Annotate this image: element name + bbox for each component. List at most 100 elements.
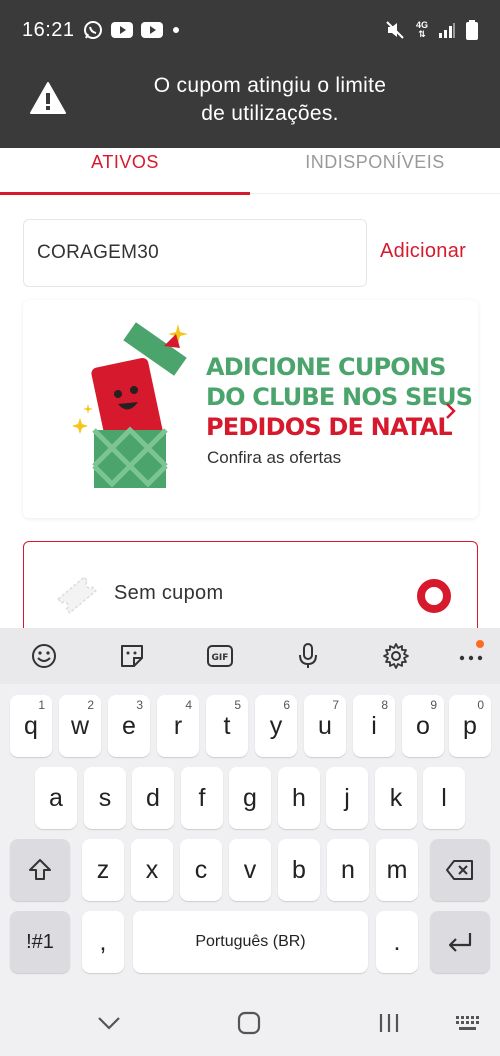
key-e-num: 3 — [136, 698, 143, 712]
key-i-num: 8 — [381, 698, 388, 712]
key-g[interactable]: g — [229, 767, 271, 829]
battery-icon — [466, 20, 478, 40]
key-r-num: 4 — [185, 698, 192, 712]
key-z[interactable]: z — [82, 839, 124, 901]
svg-text:GIF: GIF — [212, 653, 229, 663]
backspace-icon — [446, 860, 473, 880]
key-c[interactable]: c — [180, 839, 222, 901]
warning-icon — [30, 82, 66, 114]
key-r-label: r — [173, 711, 183, 740]
key-a[interactable]: a — [35, 767, 77, 829]
youtube-icon-2 — [140, 22, 163, 38]
nav-back-chevron-icon[interactable] — [94, 1008, 124, 1038]
key-b[interactable]: b — [278, 839, 320, 901]
coupon-ticket-icon — [57, 576, 97, 614]
youtube-icon — [110, 22, 133, 38]
period-key[interactable]: . — [376, 911, 418, 973]
keyboard-toolbar: GIF — [0, 628, 500, 684]
status-bar: 16:21 4G ⇅ — [0, 0, 500, 60]
promo-title-line2: DO CLUBE NOS SEUS — [206, 383, 473, 411]
coupon-tabs: ATIVOS INDISPONÍVEIS — [0, 148, 500, 195]
whatsapp-icon — [83, 20, 103, 40]
comma-key[interactable]: , — [82, 911, 124, 973]
backspace-key[interactable] — [430, 839, 490, 901]
top-overlay: 16:21 4G ⇅ O cupom atingiu o limite de u… — [0, 0, 500, 148]
toast-message-line1: O cupom atingiu o limite — [153, 74, 387, 97]
coupon-code-input[interactable]: CORAGEM30 — [23, 219, 367, 287]
key-t-num: 5 — [234, 698, 241, 712]
key-p-label: p — [463, 711, 477, 740]
tab-indisponiveis[interactable]: INDISPONÍVEIS — [250, 148, 500, 194]
key-p-num: 0 — [477, 698, 484, 712]
key-n[interactable]: n — [327, 839, 369, 901]
key-e[interactable]: e3 — [108, 695, 150, 757]
key-e-label: e — [122, 711, 136, 740]
key-i[interactable]: i8 — [353, 695, 395, 757]
enter-key[interactable] — [430, 911, 490, 973]
key-q[interactable]: q1 — [10, 695, 52, 757]
status-time: 16:21 — [22, 18, 75, 41]
key-o-num: 9 — [430, 698, 437, 712]
tab-ativos[interactable]: ATIVOS — [0, 148, 250, 195]
system-navigation-bar — [0, 990, 500, 1056]
symbols-key[interactable]: !#1 — [10, 911, 70, 973]
promo-title-line1: ADICIONE CUPONS — [206, 353, 446, 381]
sticker-icon[interactable] — [116, 640, 148, 672]
key-q-num: 1 — [38, 698, 45, 712]
shift-icon — [29, 859, 51, 880]
mute-icon — [384, 19, 406, 41]
notification-dot-icon — [171, 25, 181, 35]
key-w[interactable]: w2 — [59, 695, 101, 757]
key-m[interactable]: m — [376, 839, 418, 901]
key-v[interactable]: v — [229, 839, 271, 901]
key-u-num: 7 — [332, 698, 339, 712]
emoji-icon[interactable] — [28, 640, 60, 672]
key-d[interactable]: d — [132, 767, 174, 829]
key-o[interactable]: o9 — [402, 695, 444, 757]
microphone-icon[interactable] — [292, 640, 324, 672]
network-4g-icon: 4G ⇅ — [415, 20, 428, 39]
space-key[interactable]: Português (BR) — [133, 911, 368, 973]
key-y-num: 6 — [283, 698, 290, 712]
key-q-label: q — [24, 711, 38, 740]
nav-keyboard-icon[interactable] — [453, 1008, 483, 1038]
toast-message-line2: de utilizações. — [201, 102, 339, 125]
key-k[interactable]: k — [375, 767, 417, 829]
add-coupon-button[interactable]: Adicionar — [380, 240, 466, 263]
key-u[interactable]: u7 — [304, 695, 346, 757]
key-s[interactable]: s — [84, 767, 126, 829]
key-t-label: t — [223, 711, 231, 740]
gift-box-illustration — [72, 322, 188, 488]
key-y-label: y — [269, 711, 283, 740]
nav-recents-icon[interactable] — [374, 1008, 404, 1038]
settings-gear-icon[interactable] — [380, 640, 412, 672]
key-w-num: 2 — [87, 698, 94, 712]
toast-message: O cupom atingiu o limite de utilizações. — [100, 72, 440, 128]
promo-banner[interactable]: ADICIONE CUPONS DO CLUBE NOS SEUS PEDIDO… — [23, 300, 478, 518]
nav-home-icon[interactable] — [234, 1008, 264, 1038]
key-y[interactable]: y6 — [255, 695, 297, 757]
key-u-label: u — [318, 711, 332, 740]
key-r[interactable]: r4 — [157, 695, 199, 757]
shift-key[interactable] — [10, 839, 70, 901]
promo-title-line3: PEDIDOS DE NATAL — [206, 413, 453, 441]
key-p[interactable]: p0 — [449, 695, 491, 757]
signal-icon — [438, 21, 456, 39]
key-o-label: o — [416, 711, 430, 740]
promo-subtitle: Confira as ofertas — [207, 448, 342, 467]
no-coupon-label: Sem cupom — [114, 582, 224, 604]
error-toast: O cupom atingiu o limite de utilizações. — [0, 60, 500, 148]
key-i-label: i — [371, 711, 377, 740]
chevron-right-icon[interactable] — [443, 400, 459, 422]
enter-icon — [448, 933, 472, 952]
key-l[interactable]: l — [423, 767, 465, 829]
key-t[interactable]: t5 — [206, 695, 248, 757]
key-f[interactable]: f — [181, 767, 223, 829]
key-j[interactable]: j — [326, 767, 368, 829]
key-x[interactable]: x — [131, 839, 173, 901]
key-w-label: w — [70, 711, 90, 740]
key-h[interactable]: h — [278, 767, 320, 829]
gif-icon[interactable]: GIF — [204, 640, 236, 672]
notification-badge — [476, 640, 484, 648]
no-coupon-radio[interactable] — [417, 579, 451, 613]
